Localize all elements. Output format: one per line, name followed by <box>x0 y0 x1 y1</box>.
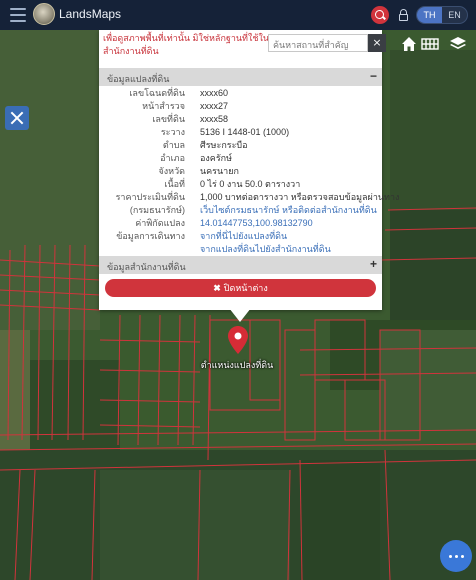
row-label: (กรมธนารักษ์) <box>129 205 185 215</box>
treasury-website-link[interactable]: เว็บไซต์กรมธนารักษ์ หรือติดต่อสำนักงานที… <box>200 204 377 217</box>
table-row: ค่าพิกัดแปลง 14.01447753,100.98132790 <box>99 217 382 230</box>
table-row: เนื้อที่ 0 ไร่ 0 งาน 50.0 ตารางวา <box>99 178 382 191</box>
row-value: ศีรษะกระบือ <box>200 140 248 150</box>
row-value: xxxx60 <box>200 88 229 98</box>
pin-label: ตำแหน่งแปลงที่ดิน <box>200 360 274 370</box>
top-navbar: LandsMaps TH EN <box>0 0 476 30</box>
language-toggle[interactable]: TH EN <box>416 6 468 24</box>
office-section-header[interactable]: ข้อมูลสำนักงานที่ดิน + <box>99 256 382 274</box>
table-row: เลขที่ดิน xxxx58 <box>99 113 382 126</box>
row-label: ตำบล <box>162 140 185 150</box>
home-icon[interactable] <box>399 34 419 54</box>
table-row: ราคาประเมินที่ดิน 1,000 บาทต่อตารางวา หรื… <box>99 191 400 204</box>
row-value: xxxx27 <box>200 101 229 111</box>
layers-icon[interactable] <box>448 34 468 54</box>
table-row: (กรมธนารักษ์) เว็บไซต์กรมธนารักษ์ หรือติด… <box>99 204 382 217</box>
place-search-input[interactable]: ค้นหาสถานที่สำคัญ <box>268 34 368 52</box>
grid-icon[interactable] <box>420 34 440 54</box>
close-window-button[interactable]: ✖ ปิดหน้าต่าง <box>105 279 376 297</box>
table-row: จากแปลงที่ดินไปยังสำนักงานที่ดิน <box>99 243 382 256</box>
table-row: จังหวัด นครนายก <box>99 165 382 178</box>
row-label: จังหวัด <box>158 166 186 176</box>
row-label: เลขโฉนดที่ดิน <box>129 88 185 98</box>
table-row: หน้าสำรวจ xxxx27 <box>99 100 382 113</box>
row-label: ข้อมูลการเดินทาง <box>116 231 185 241</box>
table-row: อำเภอ องครักษ์ <box>99 152 382 165</box>
app-title: LandsMaps <box>59 7 122 21</box>
more-icon[interactable] <box>440 540 472 572</box>
lang-th-option[interactable]: TH <box>417 7 442 23</box>
tool-icon[interactable] <box>5 106 29 130</box>
search-icon[interactable] <box>371 6 389 24</box>
popup-pointer <box>229 308 251 322</box>
parcel-section-header[interactable]: ข้อมูลแปลงที่ดิน − <box>99 68 382 86</box>
coordinates-link[interactable]: 14.01447753,100.98132790 <box>200 217 313 230</box>
lock-icon[interactable] <box>399 9 408 21</box>
search-clear-button[interactable]: × <box>368 34 386 52</box>
directions-to-parcel-link[interactable]: จากที่นี่ไปยังแปลงที่ดิน <box>200 230 287 243</box>
row-value: 5136 I 1448-01 (1000) <box>200 127 290 137</box>
row-value: องครักษ์ <box>200 153 233 163</box>
table-row: เลขโฉนดที่ดิน xxxx60 <box>99 87 382 100</box>
map-pin-icon[interactable] <box>228 326 248 358</box>
table-row: ระวาง 5136 I 1448-01 (1000) <box>99 126 382 139</box>
parcel-info-popup: เพื่อดูสภาพพื้นที่เท่านั้น มิใช่หลักฐานท… <box>99 30 400 310</box>
expand-icon[interactable]: + <box>370 257 377 271</box>
collapse-icon[interactable]: − <box>370 69 377 83</box>
row-label: เลขที่ดิน <box>152 114 185 124</box>
row-value: 1,000 บาทต่อตารางวา หรือตรวจสอบข้อมูลผ่า… <box>200 192 400 202</box>
logo-icon[interactable] <box>33 3 55 25</box>
row-label: อำเภอ <box>160 153 185 163</box>
row-value: นครนายก <box>200 166 239 176</box>
row-value: xxxx58 <box>200 114 229 124</box>
row-label: เนื้อที่ <box>164 179 185 189</box>
hamburger-icon[interactable] <box>10 8 26 22</box>
table-row: ข้อมูลการเดินทาง จากที่นี่ไปยังแปลงที่ดิน <box>99 230 382 243</box>
close-icon: ✖ <box>213 283 221 293</box>
close-window-label: ปิดหน้าต่าง <box>223 283 268 293</box>
lang-en-option[interactable]: EN <box>442 7 467 23</box>
row-value: 0 ไร่ 0 งาน 50.0 ตารางวา <box>200 179 301 189</box>
row-label: ระวาง <box>160 127 185 137</box>
parcel-section-title: ข้อมูลแปลงที่ดิน <box>107 74 170 84</box>
row-label: ค่าพิกัดแปลง <box>135 218 185 228</box>
office-section-title: ข้อมูลสำนักงานที่ดิน <box>107 262 186 272</box>
directions-to-office-link[interactable]: จากแปลงที่ดินไปยังสำนักงานที่ดิน <box>200 243 331 256</box>
row-label: หน้าสำรวจ <box>142 101 185 111</box>
table-row: ตำบล ศีรษะกระบือ <box>99 139 382 152</box>
row-label: ราคาประเมินที่ดิน <box>115 192 185 202</box>
